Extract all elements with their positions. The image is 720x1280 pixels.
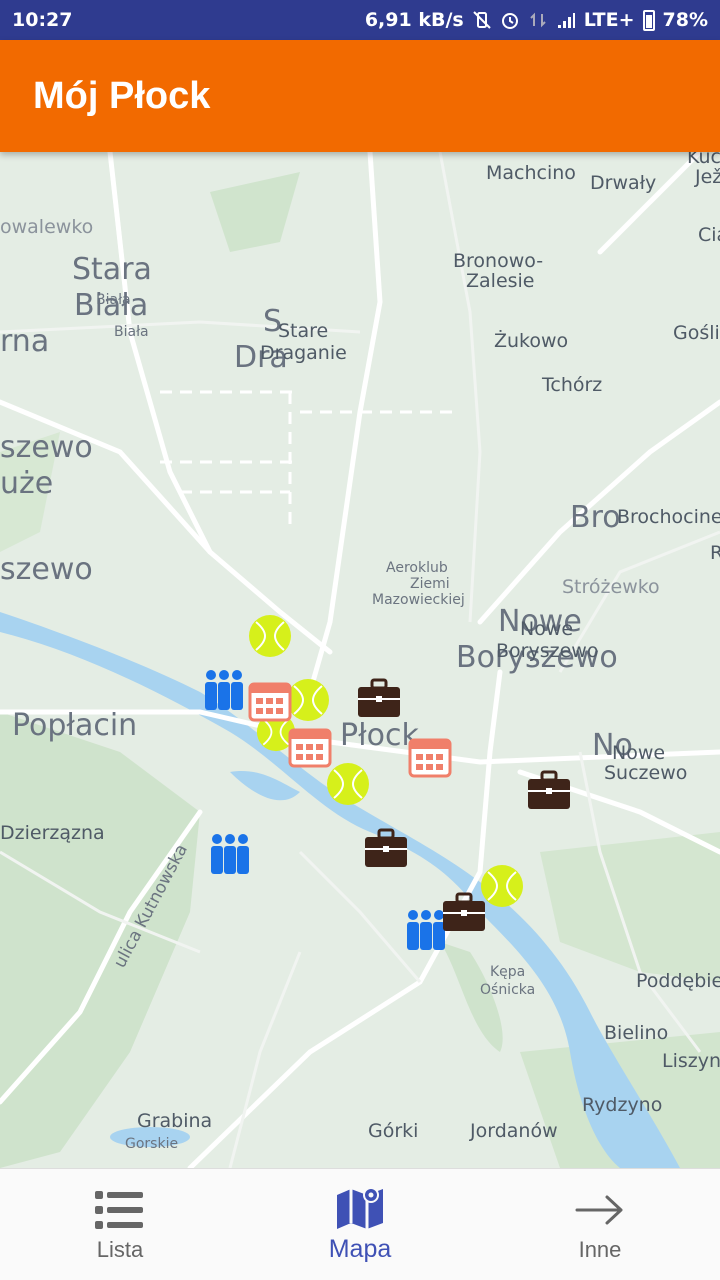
place-label: Stare	[278, 320, 329, 342]
place-label: Gośli	[673, 322, 720, 344]
briefcase-icon[interactable]	[527, 770, 571, 810]
people-group-icon[interactable]	[202, 668, 246, 712]
bottom-navigation: Lista Mapa Inne	[0, 1168, 720, 1280]
app-title: Mój Płock	[33, 74, 211, 117]
place-label: Popłacin	[12, 708, 138, 743]
place-label: rna	[0, 324, 50, 359]
place-label: Rydzyno	[582, 1094, 663, 1116]
place-label: owalewko	[0, 216, 94, 238]
calendar-icon[interactable]	[408, 734, 452, 778]
place-label: szewo	[0, 430, 93, 465]
place-label: Grabina	[137, 1110, 213, 1132]
list-icon	[95, 1190, 143, 1229]
tennis-ball-icon[interactable]	[326, 762, 370, 806]
place-label: Żukowo	[494, 330, 569, 352]
place-label: Aeroklub	[386, 560, 448, 576]
place-label: Draganie	[260, 342, 347, 364]
status-battery: 78%	[662, 9, 708, 31]
tennis-ball-icon[interactable]	[480, 864, 524, 908]
place-label: Stara	[72, 252, 152, 287]
place-label: Bielino	[604, 1022, 669, 1044]
place-label: Nowe	[612, 742, 666, 764]
place-label: Dzierzązna	[0, 822, 105, 844]
map-view[interactable]: Machcino Drwały Kuc Jež Cia owalewko Sta…	[0, 152, 720, 1168]
nav-label-lista: Lista	[96, 1236, 144, 1262]
place-label: uże	[0, 466, 54, 501]
app-bar: Mój Płock	[0, 40, 720, 152]
people-group-icon[interactable]	[208, 832, 252, 876]
nav-item-mapa[interactable]: Mapa	[240, 1169, 480, 1280]
place-label: Stróżewko	[562, 576, 660, 598]
nav-label-mapa: Mapa	[328, 1235, 392, 1263]
place-label: Zalesie	[466, 270, 535, 292]
app-root: 10:27 6,91 kB/s LTE+ 78% Mój Płock Machc…	[0, 0, 720, 1280]
status-time: 10:27	[12, 9, 73, 31]
place-label: Brochocine	[617, 506, 720, 528]
place-label: Jordanów	[470, 1120, 558, 1142]
status-bar: 10:27 6,91 kB/s LTE+ 78%	[0, 0, 720, 40]
map-icon	[337, 1187, 383, 1229]
place-label: Biała	[114, 324, 149, 340]
place-label: Gorskie	[125, 1136, 179, 1152]
place-label: Suczewo	[604, 762, 688, 784]
battery-icon	[642, 9, 655, 31]
nav-item-inne[interactable]: Inne	[480, 1169, 720, 1280]
tennis-ball-icon[interactable]	[248, 614, 292, 658]
place-label: Liszyn	[662, 1050, 720, 1072]
place-label: Ziemi	[410, 576, 450, 592]
place-label: Tchórz	[542, 374, 603, 396]
place-label: Biała	[96, 292, 131, 308]
nav-item-lista[interactable]: Lista	[0, 1169, 240, 1280]
place-label: Bro	[570, 500, 621, 535]
nav-label-inne: Inne	[578, 1236, 622, 1262]
place-label: Mazowieckiej	[372, 592, 465, 608]
place-label: Kępa	[490, 964, 526, 980]
place-label: szewo	[0, 552, 93, 587]
place-label: Jež	[695, 166, 720, 188]
place-label: Bronowo-	[453, 250, 544, 272]
status-speed: 6,91 kB/s	[364, 9, 464, 31]
vibrate-off-icon	[472, 11, 491, 29]
place-label: Cia	[698, 224, 720, 246]
alarm-icon	[501, 13, 518, 29]
briefcase-icon[interactable]	[357, 678, 401, 718]
calendar-icon[interactable]	[288, 724, 332, 768]
place-label: Machcino	[486, 162, 576, 184]
arrow-right-icon	[575, 1195, 623, 1224]
place-label: Górki	[368, 1120, 419, 1142]
place-label: Nowe	[520, 618, 574, 640]
status-network: LTE+	[583, 9, 635, 31]
data-arrows-icon	[529, 12, 546, 28]
place-label: Boryszewo	[496, 640, 599, 662]
place-label: Ośnicka	[480, 982, 536, 998]
place-label: Drwały	[590, 172, 657, 194]
calendar-icon[interactable]	[248, 678, 292, 722]
briefcase-icon[interactable]	[364, 828, 408, 868]
place-label: Poddębie	[636, 970, 720, 992]
briefcase-icon[interactable]	[442, 892, 486, 932]
place-label: R	[710, 542, 720, 564]
signal-icon	[557, 13, 575, 28]
